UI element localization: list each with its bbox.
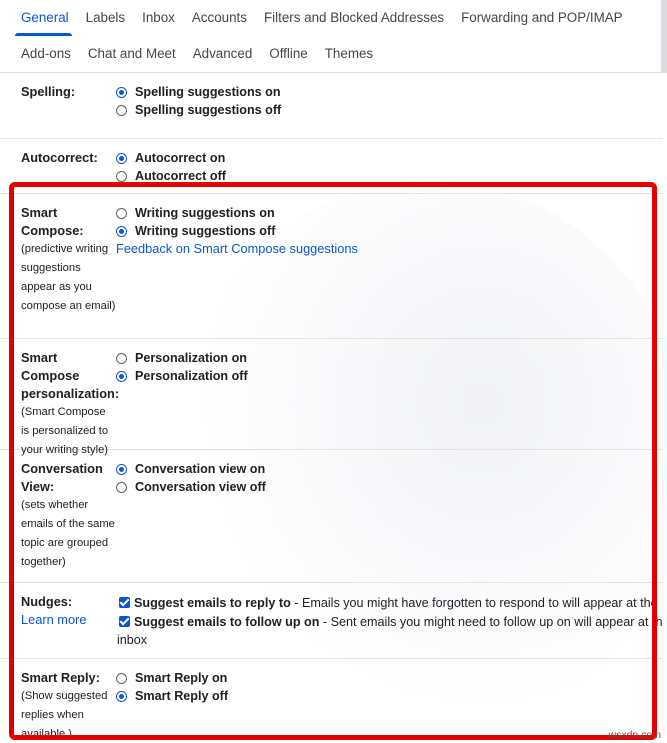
tab-labels[interactable]: Labels	[76, 0, 132, 36]
radio-selected-icon[interactable]	[116, 152, 127, 164]
suggest-follow-up-option[interactable]: Suggest emails to follow up on - Sent em…	[116, 612, 663, 631]
autocorrect-off-option[interactable]: Autocorrect off	[116, 167, 663, 185]
setting-smart-reply: Smart Reply: (Show suggested replies whe…	[0, 659, 663, 743]
settings-list: Spelling: Spelling suggestions on Spelli…	[0, 72, 667, 743]
radio-selected-icon[interactable]	[116, 463, 127, 475]
radio-unselected-icon[interactable]	[116, 352, 127, 364]
checkbox-checked-icon[interactable]	[119, 597, 130, 608]
personalization-description: (Smart Compose is personalized to your w…	[21, 406, 109, 456]
radio-selected-icon[interactable]	[116, 370, 127, 382]
follow-up-continuation: inbox	[117, 633, 148, 647]
checkbox-checked-icon[interactable]	[119, 616, 130, 627]
watermark: wsxdn.com	[608, 729, 661, 741]
conversation-description: (sets whether emails of the same topic a…	[21, 499, 115, 568]
radio-unselected-icon[interactable]	[116, 104, 127, 116]
spelling-label: Spelling:	[21, 84, 76, 99]
tab-offline[interactable]: Offline	[259, 36, 314, 72]
conversation-view-off-option[interactable]: Conversation view off	[116, 478, 663, 496]
radio-selected-icon[interactable]	[116, 690, 127, 702]
suggest-reply-option[interactable]: Suggest emails to reply to - Emails you …	[116, 593, 663, 612]
tab-forwarding[interactable]: Forwarding and POP/IMAP	[451, 0, 630, 36]
setting-spelling: Spelling: Spelling suggestions on Spelli…	[0, 83, 663, 139]
tab-filters[interactable]: Filters and Blocked Addresses	[254, 0, 451, 36]
smart-compose-description: (predictive writing suggestions appear a…	[21, 243, 116, 312]
radio-unselected-icon[interactable]	[116, 481, 127, 493]
tab-row-2: Add-ons Chat and Meet Advanced Offline T…	[11, 36, 667, 72]
tab-themes[interactable]: Themes	[315, 36, 380, 72]
personalization-on-option[interactable]: Personalization on	[116, 349, 663, 367]
setting-autocorrect: Autocorrect: Autocorrect on Autocorrect …	[0, 139, 663, 194]
radio-unselected-icon[interactable]	[116, 170, 127, 182]
smart-reply-on-option[interactable]: Smart Reply on	[116, 669, 663, 687]
spelling-off-option[interactable]: Spelling suggestions off	[116, 101, 663, 119]
spelling-on-option[interactable]: Spelling suggestions on	[116, 83, 663, 101]
setting-nudges: Nudges: Learn more Suggest emails to rep…	[0, 583, 663, 659]
smart-reply-description: (Show suggested replies when available.)	[21, 690, 108, 740]
tab-accounts[interactable]: Accounts	[182, 0, 254, 36]
tab-addons[interactable]: Add-ons	[11, 36, 78, 72]
radio-unselected-icon[interactable]	[116, 207, 127, 219]
personalization-off-option[interactable]: Personalization off	[116, 367, 663, 385]
tab-general[interactable]: General	[11, 0, 76, 36]
autocorrect-label: Autocorrect:	[21, 150, 98, 165]
conversation-view-on-option[interactable]: Conversation view on	[116, 460, 663, 478]
radio-unselected-icon[interactable]	[116, 672, 127, 684]
tab-inbox[interactable]: Inbox	[132, 0, 182, 36]
smart-compose-feedback-link[interactable]: Feedback on Smart Compose suggestions	[116, 240, 663, 258]
writing-suggestions-on-option[interactable]: Writing suggestions on	[116, 204, 663, 222]
radio-selected-icon[interactable]	[116, 225, 127, 237]
setting-smart-compose: Smart Compose: (predictive writing sugge…	[0, 194, 663, 339]
setting-conversation-view: Conversation View: (sets whether emails …	[0, 450, 663, 583]
tab-advanced[interactable]: Advanced	[183, 36, 260, 72]
smart-reply-off-option[interactable]: Smart Reply off	[116, 687, 663, 705]
tab-row-1: General Labels Inbox Accounts Filters an…	[11, 0, 667, 36]
conversation-label: Conversation View:	[21, 461, 103, 494]
tab-chat-meet[interactable]: Chat and Meet	[78, 36, 183, 72]
writing-suggestions-off-option[interactable]: Writing suggestions off	[116, 222, 663, 240]
settings-tabs: General Labels Inbox Accounts Filters an…	[0, 0, 667, 72]
scrollbar[interactable]	[661, 0, 667, 72]
personalization-label: Smart Compose personalization:	[21, 350, 120, 401]
radio-selected-icon[interactable]	[116, 86, 127, 98]
smart-compose-label: Smart Compose:	[21, 205, 84, 238]
smart-reply-label: Smart Reply:	[21, 670, 100, 685]
autocorrect-on-option[interactable]: Autocorrect on	[116, 149, 663, 167]
setting-personalization: Smart Compose personalization: (Smart Co…	[0, 339, 663, 456]
nudges-learn-more-link[interactable]: Learn more	[21, 611, 116, 629]
nudges-label: Nudges:	[21, 594, 73, 609]
